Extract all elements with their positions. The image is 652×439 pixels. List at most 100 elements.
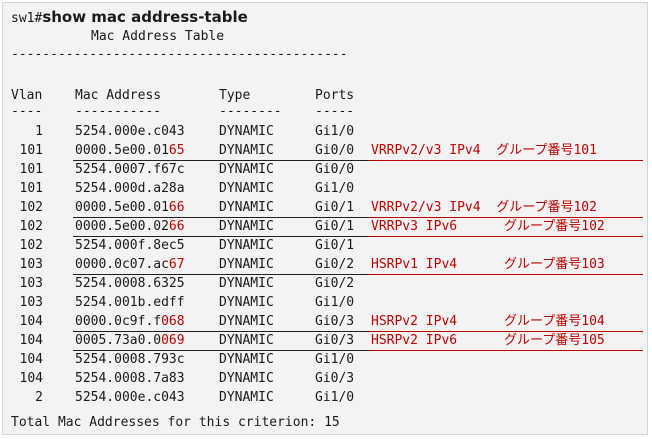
port-cell: Gi1/0 <box>315 124 355 139</box>
header-vlan: Vlan <box>11 88 43 103</box>
type-cell: DYNAMIC <box>219 390 274 405</box>
mac-suffix-highlight: 069 <box>161 333 185 348</box>
annotation-note: VRRPv2/v3 IPv4 グループ番号101 <box>371 143 597 158</box>
mac-cell: 0000.0c9f.f068 <box>75 314 185 330</box>
mac-cell: 5254.001b.edff <box>75 295 185 311</box>
port-cell: Gi0/3 <box>315 314 355 329</box>
table-row: 104 5254.0008.793c DYNAMIC Gi1/0 <box>3 351 649 370</box>
mac-cell: 5254.0008.793c <box>75 352 185 368</box>
prompt-line: sw1#show mac address-table <box>11 9 248 27</box>
table-row: 104 5254.0008.7a83 DYNAMIC Gi0/3 <box>3 370 649 389</box>
annotation-note: VRRPv2/v3 IPv4 グループ番号102 <box>371 200 597 215</box>
mac-prefix: 5254.0008.793c <box>75 352 185 367</box>
header-vlan-rule: ---- <box>11 104 43 119</box>
header-ports-rule: ----- <box>315 104 355 119</box>
vlan-cell: 102 <box>19 238 43 253</box>
port-cell: Gi0/1 <box>315 219 355 234</box>
mac-cell: 0005.73a0.0069 <box>75 333 185 349</box>
mac-prefix: 5254.0008.6325 <box>75 276 185 291</box>
table-row: 103 5254.001b.edff DYNAMIC Gi1/0 <box>3 294 649 313</box>
table-row: 2 5254.000e.c043 DYNAMIC Gi1/0 <box>3 389 649 408</box>
annotation-note: HSRPv2 IPv4 グループ番号104 <box>371 314 605 329</box>
mac-cell: 5254.000f.8ec5 <box>75 238 185 254</box>
port-cell: Gi0/1 <box>315 200 355 215</box>
mac-suffix-highlight: 66 <box>168 219 185 234</box>
port-cell: Gi1/0 <box>315 390 355 405</box>
mac-suffix-highlight: 068 <box>161 314 185 329</box>
type-cell: DYNAMIC <box>219 219 274 234</box>
vlan-cell: 101 <box>19 143 43 158</box>
header-type: Type <box>219 88 251 103</box>
mac-cell: 0000.5e00.0266 <box>75 219 185 235</box>
mac-prefix: 5254.0008.7a83 <box>75 371 185 386</box>
table-row: 1 5254.000e.c043 DYNAMIC Gi1/0 <box>3 123 649 142</box>
vlan-cell: 103 <box>19 276 43 291</box>
type-cell: DYNAMIC <box>219 181 274 196</box>
title-separator: ----------------------------------------… <box>11 47 348 62</box>
port-cell: Gi1/0 <box>315 181 355 196</box>
table-row: 103 0000.0c07.ac67 DYNAMIC Gi0/2 HSRPv1 IPv4… <box>3 256 649 275</box>
command-text: show mac address-table <box>42 8 248 26</box>
type-cell: DYNAMIC <box>219 371 274 386</box>
table-title: Mac Address Table <box>91 29 225 44</box>
mac-cell: 0000.5e00.0165 <box>75 143 185 159</box>
mac-cell: 5254.000e.c043 <box>75 390 185 406</box>
prompt-host: sw1# <box>11 11 43 26</box>
annotation-note: VRRPv3 IPv6 グループ番号102 <box>371 219 605 234</box>
type-cell: DYNAMIC <box>219 352 274 367</box>
mac-prefix: 5254.000d.a28a <box>75 181 185 196</box>
port-cell: Gi0/1 <box>315 238 355 253</box>
table-row: 104 0000.0c9f.f068 DYNAMIC Gi0/3 HSRPv2 IPv4… <box>3 313 649 332</box>
type-cell: DYNAMIC <box>219 238 274 253</box>
table-row: 104 0005.73a0.0069 DYNAMIC Gi0/3 HSRPv2 IPv6… <box>3 332 649 351</box>
vlan-cell: 104 <box>19 314 43 329</box>
mac-prefix: 5254.0007.f67c <box>75 162 185 177</box>
vlan-cell: 101 <box>19 181 43 196</box>
port-cell: Gi0/3 <box>315 371 355 386</box>
table-row: 102 0000.5e00.0266 DYNAMIC Gi0/1 VRRPv3 IPv6… <box>3 218 649 237</box>
table-row: 101 5254.0007.f67c DYNAMIC Gi0/0 <box>3 161 649 180</box>
table-row: 101 0000.5e00.0165 DYNAMIC Gi0/0 VRRPv2/v3 I… <box>3 142 649 161</box>
port-cell: Gi0/2 <box>315 257 355 272</box>
mac-prefix: 5254.000f.8ec5 <box>75 238 185 253</box>
terminal-window: sw1#show mac address-table Mac Address T… <box>2 2 648 435</box>
vlan-cell: 102 <box>19 200 43 215</box>
port-cell: Gi0/0 <box>315 143 355 158</box>
port-cell: Gi1/0 <box>315 295 355 310</box>
vlan-cell: 103 <box>19 257 43 272</box>
total-line: Total Mac Addresses for this criterion: … <box>11 415 340 430</box>
mac-suffix-highlight: 67 <box>168 257 185 272</box>
port-cell: Gi0/0 <box>315 162 355 177</box>
vlan-cell: 104 <box>19 352 43 367</box>
mac-prefix: 0000.5e00.01 <box>75 143 169 158</box>
mac-suffix-highlight: 66 <box>168 200 185 215</box>
mac-prefix: 0000.5e00.01 <box>75 200 169 215</box>
mac-prefix: 0000.0c07.ac <box>75 257 169 272</box>
mac-prefix: 5254.000e.c043 <box>75 124 185 139</box>
type-cell: DYNAMIC <box>219 143 274 158</box>
table-row: 102 5254.000f.8ec5 DYNAMIC Gi0/1 <box>3 237 649 256</box>
table-row: 101 5254.000d.a28a DYNAMIC Gi1/0 <box>3 180 649 199</box>
mac-prefix: 5254.001b.edff <box>75 295 185 310</box>
type-cell: DYNAMIC <box>219 257 274 272</box>
annotation-note: HSRPv1 IPv4 グループ番号103 <box>371 257 605 272</box>
vlan-cell: 2 <box>35 390 43 405</box>
vlan-cell: 103 <box>19 295 43 310</box>
port-cell: Gi1/0 <box>315 352 355 367</box>
header-ports: Ports <box>315 88 355 103</box>
mac-suffix-highlight: 65 <box>168 143 185 158</box>
vlan-cell: 104 <box>19 371 43 386</box>
type-cell: DYNAMIC <box>219 124 274 139</box>
mac-prefix: 0000.0c9f.f <box>75 314 162 329</box>
vlan-cell: 1 <box>35 124 43 139</box>
mac-cell: 5254.0008.6325 <box>75 276 185 292</box>
type-cell: DYNAMIC <box>219 276 274 291</box>
table-row: 103 5254.0008.6325 DYNAMIC Gi0/2 <box>3 275 649 294</box>
annotation-note: HSRPv2 IPv6 グループ番号105 <box>371 333 605 348</box>
mac-cell: 5254.0008.7a83 <box>75 371 185 387</box>
port-cell: Gi0/2 <box>315 276 355 291</box>
type-cell: DYNAMIC <box>219 200 274 215</box>
table-row: 102 0000.5e00.0166 DYNAMIC Gi0/1 VRRPv2/v3 I… <box>3 199 649 218</box>
mac-cell: 0000.5e00.0166 <box>75 200 185 216</box>
vlan-cell: 102 <box>19 219 43 234</box>
